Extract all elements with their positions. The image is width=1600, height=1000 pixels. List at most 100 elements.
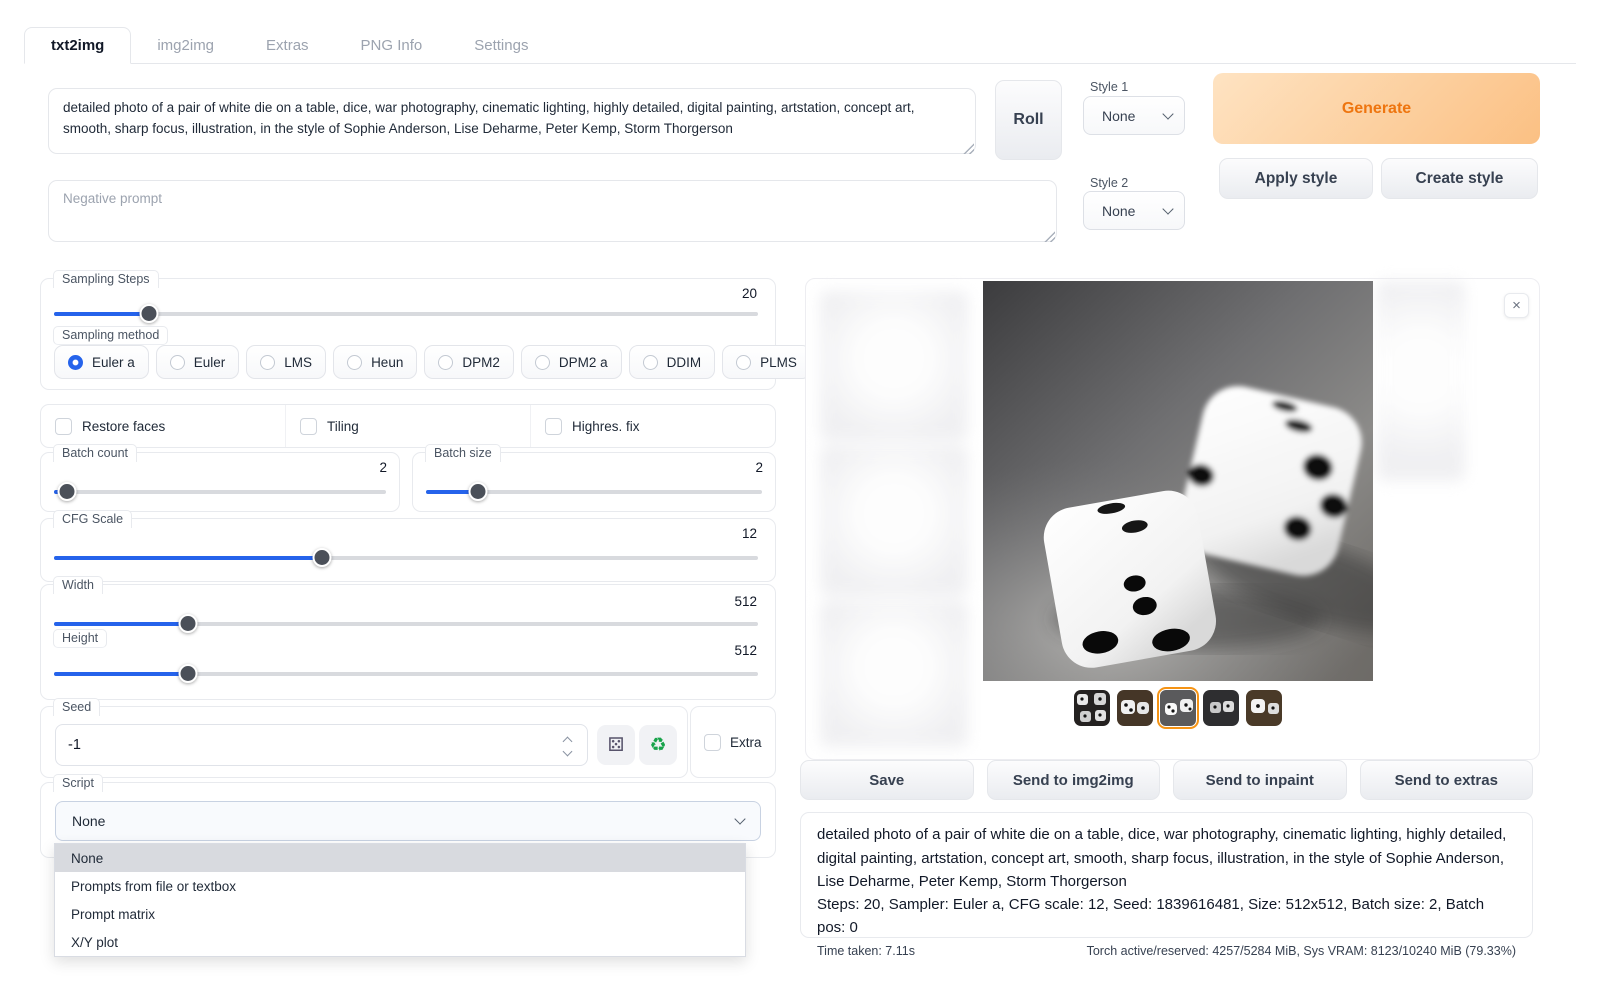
vram-stats-text: Torch active/reserved: 4257/5284 MiB, Sy…: [1087, 944, 1516, 958]
cfg-scale-label: CFG Scale: [53, 510, 132, 528]
script-option-prompt-matrix[interactable]: Prompt matrix: [55, 900, 745, 928]
sampling-panel: Sampling Steps 20 Sampling method Euler …: [40, 278, 776, 390]
tab-settings[interactable]: Settings: [448, 28, 554, 63]
generation-info-panel: detailed photo of a pair of white die on…: [800, 812, 1533, 938]
cfg-scale-slider[interactable]: [54, 548, 758, 567]
height-value: 512: [734, 643, 757, 658]
tab-txt2img[interactable]: txt2img: [24, 27, 131, 64]
seed-input[interactable]: -1: [55, 724, 588, 766]
slider-thumb[interactable]: [469, 482, 488, 501]
close-icon[interactable]: ×: [1504, 293, 1529, 318]
result-prompt-text: detailed photo of a pair of white die on…: [817, 823, 1516, 894]
script-select[interactable]: None: [55, 801, 761, 841]
radio-euler-a[interactable]: Euler a: [54, 345, 149, 379]
save-button[interactable]: Save: [800, 760, 974, 800]
style1-select[interactable]: None: [1083, 96, 1185, 135]
seed-stepper[interactable]: [555, 731, 579, 761]
script-option-prompts-from-file[interactable]: Prompts from file or textbox: [55, 872, 745, 900]
sampling-method-group: Euler a Euler LMS Heun DPM2 DPM2 a DDIM …: [54, 345, 811, 379]
recycle-icon: ♻: [649, 734, 666, 757]
batch-count-label: Batch count: [53, 444, 137, 462]
tab-png-info[interactable]: PNG Info: [335, 28, 449, 63]
generated-image[interactable]: [983, 281, 1373, 681]
radio-lms[interactable]: LMS: [246, 345, 326, 379]
reuse-seed-button[interactable]: ♻: [639, 725, 677, 765]
script-option-none[interactable]: None: [55, 844, 745, 872]
radio-dpm2-a[interactable]: DPM2 a: [521, 345, 622, 379]
batch-size-panel: Batch size 2: [412, 452, 776, 512]
prompt-input[interactable]: detailed photo of a pair of white die on…: [48, 88, 976, 154]
tiling-checkbox-row[interactable]: Tiling: [285, 405, 530, 447]
slider-thumb[interactable]: [312, 548, 331, 567]
checkbox-icon[interactable]: [55, 418, 72, 435]
slider-thumb[interactable]: [140, 304, 159, 323]
stepper-down-icon[interactable]: [562, 746, 572, 756]
dimensions-panel: Width 512 Height 512: [40, 584, 776, 700]
radio-plms[interactable]: PLMS: [722, 345, 811, 379]
sampling-steps-value: 20: [742, 286, 757, 301]
main-tabbar: txt2img img2img Extras PNG Info Settings: [24, 26, 1576, 64]
apply-style-button[interactable]: Apply style: [1219, 158, 1373, 199]
radio-ddim[interactable]: DDIM: [629, 345, 716, 379]
radio-euler[interactable]: Euler: [156, 345, 240, 379]
script-option-xy-plot[interactable]: X/Y plot: [55, 928, 745, 956]
slider-thumb[interactable]: [178, 614, 197, 633]
gallery-ghost-left: [820, 291, 968, 747]
thumbnail-1[interactable]: [1074, 690, 1110, 726]
seed-label: Seed: [53, 698, 100, 716]
height-slider[interactable]: [54, 664, 758, 683]
toggles-panel: Restore faces Tiling Highres. fix: [40, 404, 776, 448]
cfg-scale-value: 12: [742, 526, 757, 541]
radio-icon: [535, 355, 550, 370]
radio-icon: [68, 355, 83, 370]
result-gallery: ×: [805, 278, 1540, 760]
radio-icon: [170, 355, 185, 370]
thumbnail-2[interactable]: [1117, 690, 1153, 726]
send-to-extras-button[interactable]: Send to extras: [1360, 760, 1534, 800]
radio-dpm2[interactable]: DPM2: [424, 345, 514, 379]
radio-icon: [643, 355, 658, 370]
script-dropdown-menu: None Prompts from file or textbox Prompt…: [54, 843, 746, 957]
chevron-down-icon: [734, 813, 745, 824]
tab-img2img[interactable]: img2img: [131, 28, 240, 63]
result-params-text: Steps: 20, Sampler: Euler a, CFG scale: …: [817, 894, 1516, 939]
radio-icon: [260, 355, 275, 370]
style2-select[interactable]: None: [1083, 191, 1185, 230]
batch-count-slider[interactable]: [54, 482, 386, 501]
output-actions: Save Send to img2img Send to inpaint Sen…: [800, 760, 1533, 800]
radio-heun[interactable]: Heun: [333, 345, 417, 379]
style1-label: Style 1: [1090, 80, 1128, 94]
checkbox-icon[interactable]: [300, 418, 317, 435]
restore-faces-checkbox-row[interactable]: Restore faces: [41, 405, 285, 447]
negative-prompt-input[interactable]: [48, 180, 1057, 242]
width-slider[interactable]: [54, 614, 758, 633]
txt2img-page: txt2img img2img Extras PNG Info Settings…: [0, 0, 1600, 1000]
height-label: Height: [53, 629, 107, 648]
gallery-ghost-right: [1377, 281, 1465, 551]
random-seed-button[interactable]: ⚄: [597, 725, 635, 765]
batch-count-value: 2: [379, 460, 387, 475]
tab-extras[interactable]: Extras: [240, 28, 335, 63]
create-style-button[interactable]: Create style: [1381, 158, 1538, 199]
highres-fix-checkbox-row[interactable]: Highres. fix: [530, 405, 775, 447]
checkbox-icon[interactable]: [704, 734, 721, 751]
sampling-steps-slider[interactable]: [54, 304, 758, 323]
thumbnail-3-selected[interactable]: [1160, 690, 1196, 726]
extra-label: Extra: [730, 735, 762, 750]
thumbnail-5[interactable]: [1246, 690, 1282, 726]
send-to-inpaint-button[interactable]: Send to inpaint: [1173, 760, 1347, 800]
slider-thumb[interactable]: [58, 482, 77, 501]
roll-button[interactable]: Roll: [995, 80, 1062, 160]
radio-icon: [438, 355, 453, 370]
width-label: Width: [53, 576, 103, 594]
send-to-img2img-button[interactable]: Send to img2img: [987, 760, 1161, 800]
time-taken-text: Time taken: 7.11s: [817, 944, 915, 958]
batch-size-slider[interactable]: [426, 482, 762, 501]
sampling-steps-label: Sampling Steps: [53, 270, 159, 288]
thumbnail-4[interactable]: [1203, 690, 1239, 726]
stepper-up-icon[interactable]: [562, 736, 572, 746]
generate-button[interactable]: Generate: [1213, 73, 1540, 144]
checkbox-icon[interactable]: [545, 418, 562, 435]
cfg-scale-panel: CFG Scale 12: [40, 518, 776, 582]
slider-thumb[interactable]: [178, 664, 197, 683]
